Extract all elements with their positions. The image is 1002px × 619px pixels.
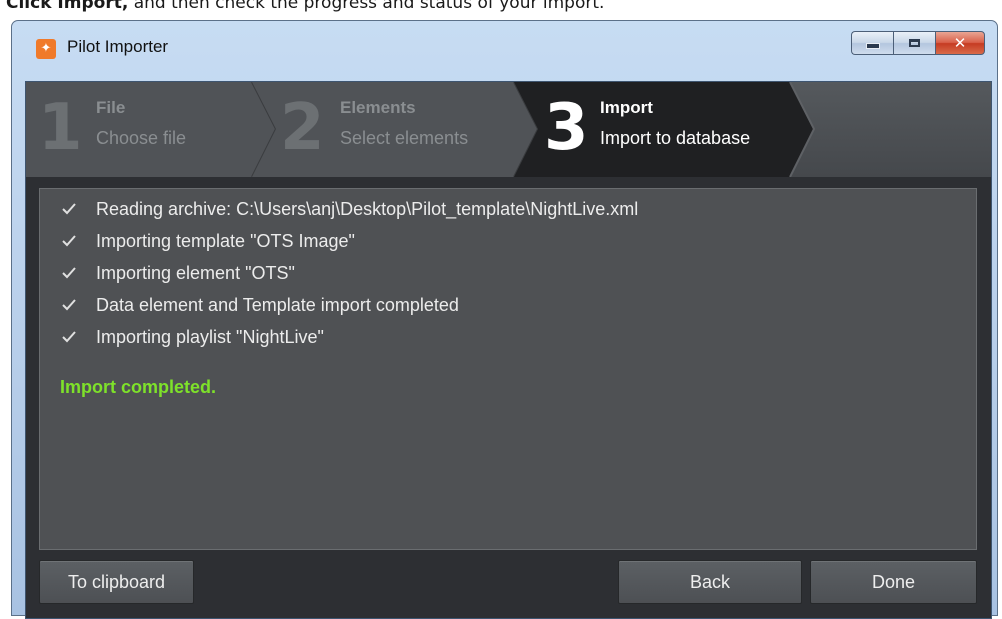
step-title: Elements bbox=[340, 98, 416, 117]
log-line: Data element and Template import complet… bbox=[60, 293, 459, 317]
maximize-button[interactable] bbox=[893, 31, 935, 55]
check-icon bbox=[62, 299, 76, 311]
caption-rest: and then check the progress and status o… bbox=[128, 0, 605, 13]
maximize-icon bbox=[909, 39, 920, 47]
step-title: Import bbox=[600, 98, 653, 117]
step-subtitle: Import to database bbox=[600, 128, 751, 148]
step-number: 3 bbox=[544, 91, 589, 165]
step-number: 1 bbox=[38, 91, 83, 165]
check-icon bbox=[62, 203, 76, 215]
log-line-text: Importing element "OTS" bbox=[96, 262, 295, 283]
check-icon bbox=[62, 235, 76, 247]
close-icon: ✕ bbox=[953, 34, 967, 52]
title-bar[interactable]: ✦ Pilot Importer ✕ bbox=[12, 21, 997, 73]
to-clipboard-button[interactable]: To clipboard bbox=[39, 560, 194, 604]
import-log[interactable]: Reading archive: C:\Users\anj\Desktop\Pi… bbox=[39, 188, 977, 550]
log-line-text: Reading archive: C:\Users\anj\Desktop\Pi… bbox=[96, 198, 639, 219]
done-button[interactable]: Done bbox=[810, 560, 977, 604]
log-line: Importing element "OTS" bbox=[60, 261, 295, 285]
step-import[interactable]: 3 Import Import to database bbox=[514, 82, 816, 177]
importer-window: ✦ Pilot Importer ✕ 1 File Choose file 2 … bbox=[11, 20, 998, 619]
log-line: Importing playlist "NightLive" bbox=[60, 325, 324, 349]
check-icon bbox=[62, 267, 76, 279]
window-title: Pilot Importer bbox=[67, 37, 169, 56]
minimize-button[interactable] bbox=[851, 31, 893, 55]
log-line: Importing template "OTS Image" bbox=[60, 229, 355, 253]
caption-bold: Click Import, bbox=[6, 0, 129, 13]
back-button[interactable]: Back bbox=[618, 560, 802, 604]
log-line-text: Importing template "OTS Image" bbox=[96, 230, 355, 251]
client-area: 1 File Choose file 2 Elements Select ele… bbox=[25, 81, 992, 619]
window-controls: ✕ bbox=[851, 31, 985, 55]
log-line: Reading archive: C:\Users\anj\Desktop\Pi… bbox=[60, 197, 638, 221]
step-file[interactable]: 1 File Choose file bbox=[26, 82, 276, 177]
step-subtitle: Select elements bbox=[340, 128, 469, 148]
log-line-text: Data element and Template import complet… bbox=[96, 294, 459, 315]
wizard-steps: 1 File Choose file 2 Elements Select ele… bbox=[26, 82, 991, 177]
import-status: Import completed. bbox=[60, 377, 217, 397]
log-line-text: Importing playlist "NightLive" bbox=[96, 326, 324, 347]
step-elements[interactable]: 2 Elements Select elements bbox=[252, 82, 542, 177]
step-title: File bbox=[96, 98, 126, 117]
pilot-app-icon: ✦ bbox=[36, 39, 56, 59]
step-number: 2 bbox=[280, 91, 325, 165]
check-icon bbox=[62, 331, 76, 343]
minimize-icon bbox=[865, 43, 880, 49]
instruction-caption: Click Import, and then check the progres… bbox=[6, 0, 996, 13]
close-button[interactable]: ✕ bbox=[935, 31, 985, 55]
step-subtitle: Choose file bbox=[96, 128, 187, 148]
